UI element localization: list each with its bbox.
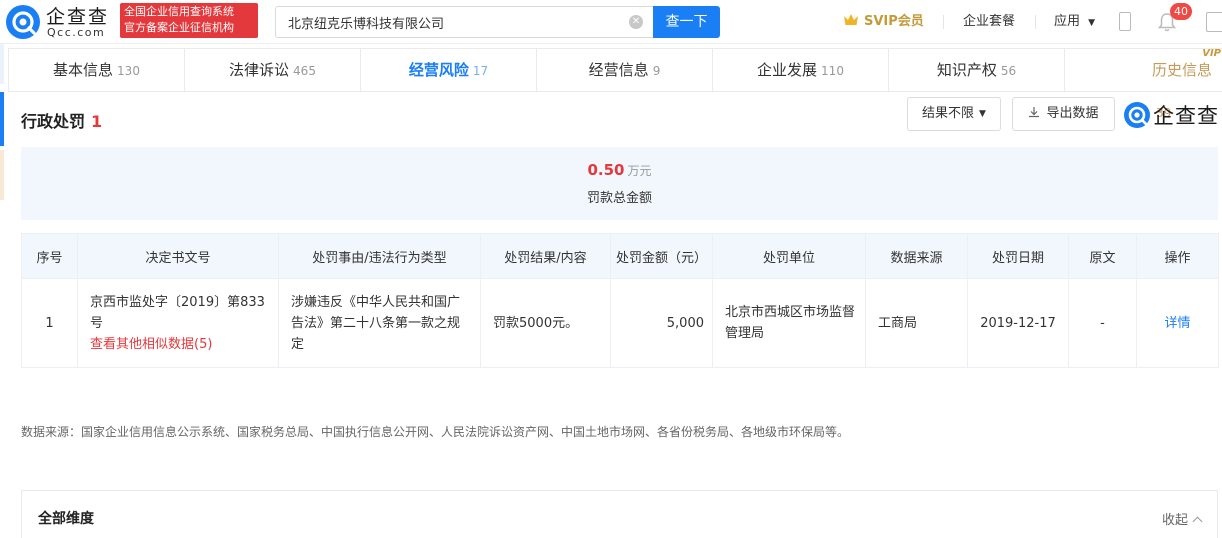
tab-label: 基本信息 <box>53 61 114 79</box>
column-header: 操作 <box>1136 233 1219 279</box>
tab-count: 56 <box>1000 64 1017 78</box>
tab-count: 465 <box>293 64 316 78</box>
result-filter-dropdown[interactable]: 结果不限 ▼ <box>907 97 1001 131</box>
tab-legal-litigation[interactable]: 法律诉讼 465 <box>185 49 361 91</box>
export-data-button[interactable]: 导出数据 <box>1012 97 1115 131</box>
mobile-app-icon[interactable] <box>1119 12 1131 31</box>
cell-source: 工商局 <box>865 278 968 368</box>
crown-icon <box>844 14 858 25</box>
cell-amount: 5,000 <box>610 278 713 368</box>
divider <box>1035 15 1036 29</box>
total-amount-value: 0.50 <box>587 161 625 179</box>
cell-index: 1 <box>21 278 78 368</box>
tab-intellectual-property[interactable]: 知识产权 56 <box>889 49 1065 91</box>
cell-date: 2019-12-17 <box>967 278 1069 368</box>
download-icon <box>1029 107 1040 118</box>
apps-label: 应用 <box>1054 14 1081 29</box>
doc-number-text: 京西市监处字〔2019〕第833号 <box>90 294 265 331</box>
svip-link[interactable]: SVIP会员 <box>843 12 924 32</box>
cert-line-2: 官方备案企业征信机构 <box>124 21 234 34</box>
collapse-button[interactable]: 收起 <box>1161 509 1203 528</box>
detail-link[interactable]: 详情 <box>1164 316 1190 331</box>
logo-domain: Qcc.com <box>47 26 106 39</box>
collapse-label: 收起 <box>1161 513 1188 528</box>
divider <box>943 15 944 29</box>
tab-label: 历史信息 <box>1152 61 1213 79</box>
cell-doc-number: 京西市监处字〔2019〕第833号 查看其他相似数据(5) <box>77 278 279 368</box>
tab-development[interactable]: 企业发展 110 <box>713 49 889 91</box>
total-amount: 0.50 万元 <box>21 161 1218 179</box>
top-header: 企查查 Qcc.com 全国企业信用查询系统 官方备案企业征信机构 ✕ 查一下 … <box>0 0 1222 44</box>
qcc-logo-icon[interactable] <box>6 5 40 39</box>
search-box: ✕ <box>275 6 653 38</box>
brand-text: 企查查 <box>1153 104 1219 128</box>
cell-original: - <box>1068 278 1137 368</box>
tab-count: 110 <box>821 64 844 78</box>
section-title-text: 行政处罚 <box>21 112 86 131</box>
tab-bar: 基本信息 130 法律诉讼 465 经营风险 17 经营信息 9 企业发展 110 知识产… <box>8 48 1222 120</box>
table-row: 1 京西市监处字〔2019〕第833号 查看其他相似数据(5) 涉嫌违反《中华人… <box>21 278 1219 368</box>
tab-label: 企业发展 <box>757 61 818 79</box>
data-source-note: 数据来源：国家企业信用信息公示系统、国家税务总局、中国执行信息公开网、人民法院诉… <box>21 425 850 439</box>
search-input[interactable] <box>276 7 616 37</box>
total-amount-unit: 万元 <box>627 164 652 178</box>
certification-badge: 全国企业信用查询系统 官方备案企业征信机构 <box>120 3 258 38</box>
column-header: 处罚金额（元） <box>610 233 713 279</box>
tab-business-risk[interactable]: 经营风险 17 <box>361 49 537 91</box>
cell-action: 详情 <box>1136 278 1219 368</box>
user-avatar-icon[interactable] <box>1206 12 1222 32</box>
tab-label: 经营信息 <box>588 61 649 79</box>
section-title: 行政处罚 1 <box>21 108 102 132</box>
filter-label: 结果不限 <box>922 106 975 121</box>
tab-business-info[interactable]: 经营信息 9 <box>537 49 713 91</box>
column-header: 决定书文号 <box>77 233 279 279</box>
penalty-table: 序号 决定书文号 处罚事由/违法行为类型 处罚结果/内容 处罚金额（元） 处罚单… <box>21 233 1219 368</box>
cert-line-1: 全国企业信用查询系统 <box>124 5 234 18</box>
total-amount-label: 罚款总金额 <box>586 191 652 206</box>
cell-result: 罚款5000元。 <box>480 278 611 368</box>
notification-badge: 40 <box>1170 3 1192 20</box>
table-header-row: 序号 决定书文号 处罚事由/违法行为类型 处罚结果/内容 处罚金额（元） 处罚单… <box>21 233 1219 279</box>
brand-watermark: 企查查 <box>1124 100 1219 130</box>
logo-name[interactable]: 企查查 <box>46 2 109 29</box>
packages-link[interactable]: 企业套餐 <box>963 12 1015 32</box>
tab-count: 130 <box>117 64 140 78</box>
column-header: 处罚单位 <box>712 233 866 279</box>
export-label: 导出数据 <box>1046 106 1099 121</box>
cell-authority: 北京市西城区市场监督管理局 <box>712 278 866 368</box>
side-rail-top <box>0 44 4 84</box>
clear-icon[interactable]: ✕ <box>629 15 643 29</box>
tab-label: 经营风险 <box>408 61 469 79</box>
caret-down-icon: ▼ <box>1088 18 1096 28</box>
tab-count: 9 <box>652 64 661 78</box>
side-rail-active <box>0 92 4 146</box>
tab-history[interactable]: 历史信息39 VIP <box>1065 48 1222 120</box>
tab-label: 法律诉讼 <box>229 61 290 79</box>
section-count: 1 <box>91 112 103 131</box>
caret-down-icon: ▼ <box>979 109 986 119</box>
vip-tag: VIP <box>1202 48 1221 59</box>
tab-count: 17 <box>472 64 489 78</box>
svip-label: SVIP会员 <box>864 14 924 29</box>
column-header: 数据来源 <box>865 233 968 279</box>
penalty-summary: 0.50 万元 罚款总金额 <box>21 147 1218 220</box>
cell-reason: 涉嫌违反《中华人民共和国广告法》第二十八条第一款之规定 <box>278 278 481 368</box>
column-header: 处罚结果/内容 <box>480 233 611 279</box>
apps-menu[interactable]: 应用 ▼ <box>1054 12 1095 33</box>
column-header: 处罚日期 <box>967 233 1069 279</box>
all-dimensions-panel: 全部维度 收起 <box>21 490 1218 538</box>
similar-data-link[interactable]: 查看其他相似数据(5) <box>90 334 270 355</box>
column-header: 处罚事由/违法行为类型 <box>278 233 481 279</box>
tab-label: 知识产权 <box>936 61 997 79</box>
side-rail-secondary <box>0 150 4 200</box>
column-header: 序号 <box>21 233 78 279</box>
qcc-logo-icon <box>1124 102 1150 128</box>
column-header: 原文 <box>1068 233 1137 279</box>
tab-basic-info[interactable]: 基本信息 130 <box>9 49 185 91</box>
chevron-up-icon <box>1192 516 1203 527</box>
dimensions-title: 全部维度 <box>38 511 94 527</box>
search-button[interactable]: 查一下 <box>653 6 720 38</box>
